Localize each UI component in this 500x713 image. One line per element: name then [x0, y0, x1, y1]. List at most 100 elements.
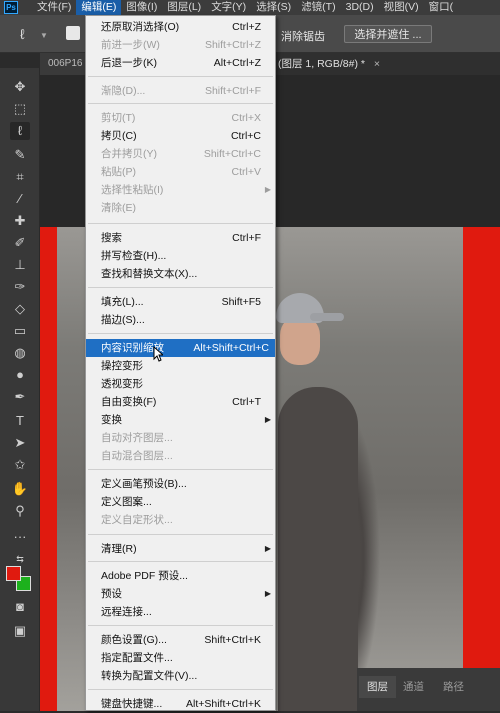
- path-select-tool-icon[interactable]: ➤: [10, 434, 30, 452]
- chevron-down-icon[interactable]: ▼: [40, 31, 48, 40]
- menu-file[interactable]: 文件(F): [32, 0, 76, 15]
- more-tools-icon[interactable]: ···: [10, 528, 30, 546]
- edit-menu-item[interactable]: 查找和替换文本(X)...: [86, 265, 275, 283]
- edit-menu-item[interactable]: 定义自定形状...: [86, 511, 275, 529]
- edit-menu-item[interactable]: 清理(R) ▶: [86, 540, 275, 558]
- menu-item-shortcut: Ctrl+T: [232, 396, 261, 408]
- menu-item-shortcut: Alt+Shift+Ctrl+K: [186, 698, 261, 710]
- edit-menu-item[interactable]: 指定配置文件...: [86, 649, 275, 667]
- tab-paths[interactable]: 路径: [435, 676, 472, 698]
- edit-menu-item[interactable]: 透视变形: [86, 375, 275, 393]
- edit-menu-item[interactable]: 后退一步(K) Alt+Ctrl+Z: [86, 54, 275, 72]
- edit-menu-item[interactable]: 自动对齐图层...: [86, 429, 275, 447]
- quick-select-tool-icon[interactable]: ✎: [10, 146, 30, 164]
- edit-menu-item[interactable]: 前进一步(W) Shift+Ctrl+Z: [86, 36, 275, 54]
- edit-menu-item[interactable]: 颜色设置(G)... Shift+Ctrl+K: [86, 631, 275, 649]
- menu-filter[interactable]: 滤镜(T): [296, 0, 340, 15]
- menu-type[interactable]: 文字(Y): [206, 0, 251, 15]
- type-tool-icon[interactable]: T: [10, 412, 30, 430]
- menu-item-label: 合并拷贝(Y): [101, 148, 157, 160]
- move-tool-icon[interactable]: ✥: [10, 78, 30, 96]
- menu-item-label: 定义画笔预设(B)...: [101, 478, 187, 490]
- lasso-tool-icon[interactable]: ℓ: [10, 122, 30, 140]
- new-selection-icon[interactable]: [66, 26, 80, 40]
- menu-image[interactable]: 图像(I): [121, 0, 162, 15]
- close-icon[interactable]: ×: [374, 58, 380, 70]
- edit-menu-item[interactable]: 预设 ▶: [86, 585, 275, 603]
- menu-separator: [88, 469, 273, 470]
- menu-view[interactable]: 视图(V): [379, 0, 424, 15]
- menu-select[interactable]: 选择(S): [251, 0, 296, 15]
- edit-menu-item[interactable]: 还原取消选择(O) Ctrl+Z: [86, 18, 275, 36]
- menu-separator: [88, 76, 273, 77]
- edit-menu-item[interactable]: 合并拷贝(Y) Shift+Ctrl+C: [86, 145, 275, 163]
- healing-brush-tool-icon[interactable]: ✚: [10, 212, 30, 230]
- edit-menu-item[interactable]: Adobe PDF 预设...: [86, 567, 275, 585]
- menu-item-shortcut: Shift+Ctrl+K: [204, 634, 261, 646]
- clone-stamp-tool-icon[interactable]: ⊥: [10, 256, 30, 274]
- edit-menu-item[interactable]: 转换为配置文件(V)...: [86, 667, 275, 685]
- edit-menu-item[interactable]: 剪切(T) Ctrl+X: [86, 109, 275, 127]
- edit-menu-item[interactable]: 渐隐(D)... Shift+Ctrl+F: [86, 82, 275, 100]
- photoshop-logo[interactable]: Ps: [4, 1, 18, 14]
- menu-item-label: 查找和替换文本(X)...: [101, 268, 198, 280]
- edit-menu-item[interactable]: 远程连接...: [86, 603, 275, 621]
- edit-menu-dropdown: 还原取消选择(O) Ctrl+Z 前进一步(W) Shift+Ctrl+Z 后退一步(K…: [85, 15, 276, 711]
- screen-mode-icon[interactable]: ▣: [10, 622, 30, 640]
- edit-menu-item[interactable]: 拷贝(C) Ctrl+C: [86, 127, 275, 145]
- menu-item-label: 前进一步(W): [101, 39, 160, 51]
- edit-menu-item[interactable]: 自动混合图层...: [86, 447, 275, 465]
- edit-menu-item[interactable]: 定义图案...: [86, 493, 275, 511]
- menu-3d[interactable]: 3D(D): [341, 0, 379, 15]
- brush-tool-icon[interactable]: ✐: [10, 234, 30, 252]
- shape-tool-icon[interactable]: ✩: [10, 456, 30, 474]
- menu-item-label: 变换: [101, 414, 122, 426]
- edit-menu-item[interactable]: 填充(L)... Shift+F5: [86, 293, 275, 311]
- edit-menu-item[interactable]: 拼写检查(H)...: [86, 247, 275, 265]
- marquee-tool-icon[interactable]: ⬚: [10, 100, 30, 118]
- tab-layers[interactable]: 图层: [359, 676, 396, 698]
- menu-item-shortcut: Shift+Ctrl+Z: [204, 39, 261, 51]
- foreground-color-swatch[interactable]: [6, 566, 21, 581]
- menu-window[interactable]: 窗口(: [424, 0, 459, 15]
- menu-separator: [88, 103, 273, 104]
- crop-tool-icon[interactable]: ⌗: [10, 168, 30, 186]
- edit-menu-item[interactable]: 搜索 Ctrl+F: [86, 229, 275, 247]
- menu-item-shortcut: Ctrl+C: [230, 130, 261, 142]
- menu-item-label: 渐隐(D)...: [101, 85, 146, 97]
- blur-tool-icon[interactable]: ◍: [10, 344, 30, 362]
- anti-alias-label[interactable]: 消除锯齿: [281, 28, 325, 44]
- tab-document-1[interactable]: 006P16: [40, 53, 85, 75]
- menu-item-label: 键盘快捷键...: [101, 698, 163, 710]
- lasso-tool-preset-icon[interactable]: ℓ: [20, 27, 38, 41]
- edit-menu-item[interactable]: 键盘快捷键... Alt+Shift+Ctrl+K: [86, 695, 275, 713]
- edit-menu-item[interactable]: 操控变形: [86, 357, 275, 375]
- tab-document-2[interactable]: (图层 1, RGB/8#) * ×: [278, 53, 380, 75]
- dodge-tool-icon[interactable]: ●: [10, 366, 30, 384]
- edit-menu-item[interactable]: 自由变换(F) Ctrl+T: [86, 393, 275, 411]
- hand-tool-icon[interactable]: ✋: [10, 480, 30, 498]
- gradient-tool-icon[interactable]: ▭: [10, 322, 30, 340]
- edit-menu-item[interactable]: 描边(S)...: [86, 311, 275, 329]
- quick-mask-icon[interactable]: ◙: [10, 598, 30, 616]
- edit-menu-item[interactable]: 选择性粘贴(I) ▶: [86, 181, 275, 199]
- submenu-arrow-icon: ▶: [264, 589, 271, 598]
- edit-menu-item[interactable]: 变换 ▶: [86, 411, 275, 429]
- pen-tool-icon[interactable]: ✒: [10, 388, 30, 406]
- zoom-tool-icon[interactable]: ⚲: [10, 502, 30, 520]
- menu-separator: [88, 561, 273, 562]
- tab-channels[interactable]: 通道: [395, 676, 432, 698]
- history-brush-tool-icon[interactable]: ✑: [10, 278, 30, 296]
- menu-layer[interactable]: 图层(L): [162, 0, 206, 15]
- edit-menu-item[interactable]: 清除(E): [86, 199, 275, 217]
- menu-separator: [88, 625, 273, 626]
- eraser-tool-icon[interactable]: ◇: [10, 300, 30, 318]
- menu-item-label: 后退一步(K): [101, 57, 157, 69]
- eyedropper-tool-icon[interactable]: ⁄: [10, 190, 30, 208]
- menu-edit[interactable]: 编辑(E): [76, 0, 122, 15]
- select-and-mask-button[interactable]: 选择并遮住 ...: [344, 25, 432, 43]
- edit-menu-item[interactable]: 内容识别缩放 Alt+Shift+Ctrl+C: [86, 339, 275, 357]
- edit-menu-item[interactable]: 粘贴(P) Ctrl+V: [86, 163, 275, 181]
- edit-menu-item[interactable]: 定义画笔预设(B)...: [86, 475, 275, 493]
- menu-item-label: Adobe PDF 预设...: [101, 570, 188, 582]
